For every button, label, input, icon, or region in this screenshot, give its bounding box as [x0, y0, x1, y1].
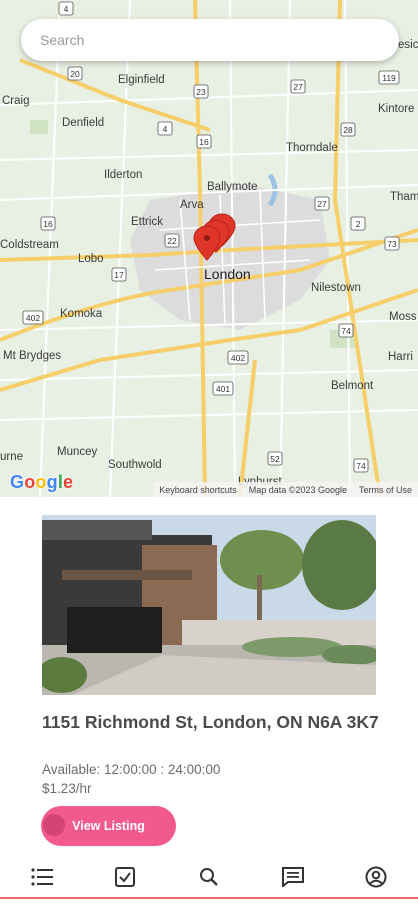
map-place-label: Kintore — [378, 103, 414, 115]
listing-photo — [42, 515, 376, 695]
map-place-label: Southwold — [108, 459, 162, 471]
nav-messages-button[interactable] — [273, 860, 313, 894]
road-number: 74 — [341, 326, 351, 336]
map-place-label: Ballymote — [207, 181, 258, 193]
road-number: 73 — [387, 239, 397, 249]
bottom-navigation — [0, 858, 418, 896]
keyboard-shortcuts-link[interactable]: Keyboard shortcuts — [159, 485, 237, 495]
map-place-label: Muncey — [57, 446, 98, 458]
map-place-label: Komoka — [60, 308, 103, 320]
road-number: 20 — [70, 69, 80, 79]
ripple-effect — [43, 814, 65, 836]
search-input[interactable] — [40, 32, 399, 48]
road-number: 402 — [231, 353, 245, 363]
map-place-label: Thorndale — [286, 142, 338, 154]
nav-bookings-button[interactable] — [105, 860, 145, 894]
list-icon — [31, 868, 53, 886]
road-number: 22 — [167, 236, 177, 246]
map-data-attribution: Map data ©2023 Google — [248, 484, 347, 495]
checkbox-icon — [115, 867, 136, 887]
map-place-label: Denfield — [62, 117, 104, 129]
map-place-label: Lobo — [78, 253, 104, 265]
search-icon — [199, 868, 218, 886]
map-place-label: esic — [398, 39, 418, 51]
listing-price: $1.23/hr — [42, 781, 92, 796]
map-tiles: Elginfield Craig Denfield Thorndale Kint… — [0, 0, 418, 497]
map-place-label: urne — [0, 451, 23, 463]
nav-search-button[interactable] — [189, 860, 229, 894]
map-place-label: Moss — [389, 311, 417, 323]
map-place-label: Coldstream — [0, 239, 59, 251]
google-logo: Google — [10, 472, 74, 492]
road-number: 401 — [216, 384, 230, 394]
terms-link[interactable]: Terms of Use — [359, 485, 412, 495]
chat-icon — [281, 867, 304, 887]
map-place-label: Tham — [390, 191, 418, 203]
road-number: 52 — [270, 454, 280, 464]
road-number: 27 — [317, 199, 327, 209]
map-place-label: Craig — [2, 95, 29, 107]
map-footer: Keyboard shortcuts Map data ©2023 Google… — [153, 482, 418, 497]
bottom-divider — [0, 897, 418, 906]
road-number: 27 — [293, 82, 303, 92]
map-place-label: Ettrick — [131, 216, 163, 228]
road-number: 119 — [382, 73, 396, 83]
nav-list-button[interactable] — [22, 860, 62, 894]
road-number: 23 — [196, 87, 206, 97]
road-number: 17 — [114, 270, 124, 280]
road-number: 402 — [26, 313, 40, 323]
map-place-label: Ilderton — [104, 169, 142, 181]
road-number: 4 — [64, 4, 69, 14]
map-place-label: Elginfield — [118, 74, 165, 86]
road-number: 74 — [356, 461, 366, 471]
map-place-label: Nilestown — [311, 282, 361, 294]
map-place-label: Mt Brydges — [3, 350, 61, 362]
nav-profile-button[interactable] — [356, 860, 396, 894]
view-listing-button[interactable]: View Listing — [41, 806, 176, 846]
search-bar[interactable] — [21, 19, 399, 61]
road-number: 4 — [163, 124, 168, 134]
road-number: 2 — [356, 219, 361, 229]
listing-availability: Available: 12:00:00 : 24:00:00 — [42, 762, 221, 777]
map-place-label: Harri — [388, 351, 413, 363]
profile-icon — [365, 866, 387, 888]
road-number: 16 — [199, 137, 209, 147]
listing-address: 1151 Richmond St, London, ON N6A 3K7 — [42, 712, 379, 732]
view-listing-label: View Listing — [72, 819, 145, 833]
map-place-label: Belmont — [331, 380, 374, 392]
road-number: 16 — [43, 219, 53, 229]
map-view[interactable]: Elginfield Craig Denfield Thorndale Kint… — [0, 0, 418, 497]
map-place-label: London — [204, 266, 251, 282]
road-number: 28 — [343, 125, 353, 135]
map-place-label: Arva — [180, 199, 204, 211]
